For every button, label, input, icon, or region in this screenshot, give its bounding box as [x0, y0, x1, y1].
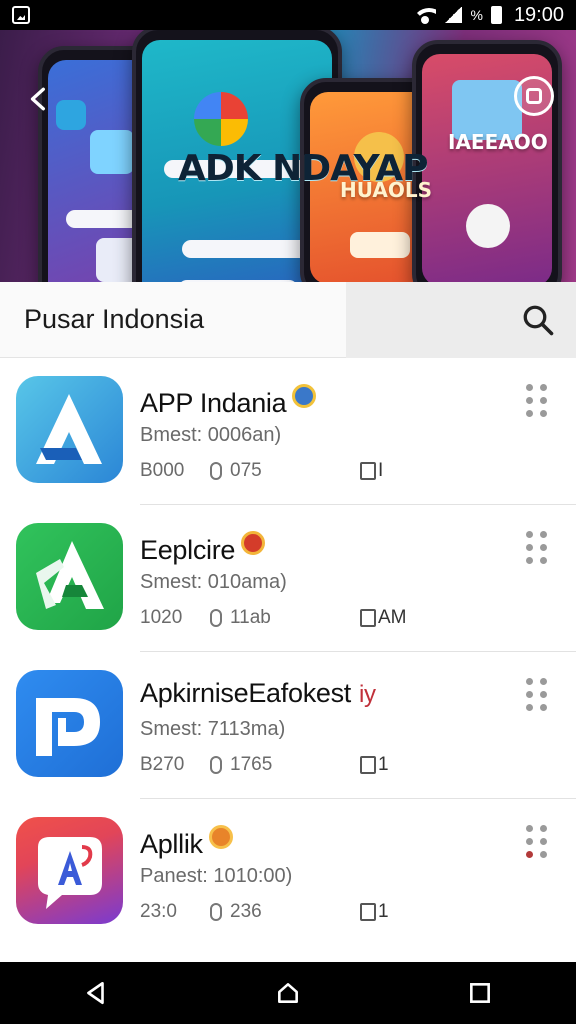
- banner-label: IAEEAOO: [448, 130, 548, 154]
- app-logo-p-icon: [36, 698, 100, 756]
- app-title-text: Apllik: [140, 829, 203, 859]
- app-meta: 1020 11ab AM: [140, 607, 410, 629]
- install-status: I: [378, 460, 384, 481]
- banner-app-tile: [56, 100, 86, 130]
- install-box-icon: [360, 462, 376, 480]
- storage-icon: [210, 609, 222, 627]
- download-count: 1020: [140, 607, 183, 628]
- install-box-icon: [360, 903, 376, 921]
- app-subtitle: Bmest: 0006an): [140, 424, 282, 446]
- triangle-back-icon: [87, 981, 104, 1005]
- hero-banner: ADK NDAYAP HUAOLS IAEEAOO: [0, 30, 576, 282]
- more-options-icon[interactable]: [526, 678, 552, 711]
- status-time: 19:00: [513, 3, 564, 26]
- nav-recents-button[interactable]: [450, 969, 510, 1017]
- more-options-icon[interactable]: [526, 384, 552, 417]
- system-nav-bar: [0, 962, 576, 1024]
- install-box-icon: [360, 609, 376, 627]
- gallery-notification-icon: [12, 6, 30, 24]
- app-logo-a-icon: [36, 394, 102, 464]
- app-list: APP Indania Bmest: 0006an) B000 075 I Ee…: [0, 358, 576, 946]
- chevron-left-icon: [30, 87, 45, 111]
- app-icon: [16, 523, 123, 630]
- share-icon: [526, 88, 542, 104]
- app-size: 075: [230, 460, 262, 481]
- app-logo-a-icon: [36, 541, 104, 609]
- search-icon[interactable]: [520, 302, 556, 338]
- storage-icon: [210, 462, 222, 480]
- battery-icon: [490, 6, 502, 24]
- install-status: AM: [378, 607, 407, 628]
- app-title-text: ApkirniseEafokest: [140, 678, 352, 708]
- app-icon: [16, 376, 123, 483]
- banner-store-logo: [194, 92, 248, 146]
- download-count: B000: [140, 460, 185, 481]
- download-count: 23:0: [140, 901, 177, 922]
- list-item[interactable]: Apllik Panest: 1010:00) 23:0 236 1: [0, 799, 576, 946]
- app-title-suffix: iy: [359, 681, 376, 708]
- banner-app-tile: [466, 204, 510, 248]
- banner-subtext: HUAOLS: [340, 178, 432, 202]
- app-size: 236: [230, 901, 262, 922]
- app-title: APP Indania: [140, 384, 317, 419]
- more-options-icon[interactable]: [526, 531, 552, 564]
- list-item[interactable]: Eeplcire Smest: 010ama) 1020 11ab AM: [0, 505, 576, 652]
- app-title-text: APP Indania: [140, 388, 287, 418]
- back-button[interactable]: [20, 80, 58, 118]
- verified-badge-icon: [292, 384, 317, 408]
- app-icon: [16, 817, 123, 924]
- badge-icon: [208, 825, 233, 849]
- app-title-text: Eeplcire: [140, 535, 236, 565]
- app-subtitle: Smest: 010ama): [140, 571, 287, 593]
- install-box-icon: [360, 756, 376, 774]
- app-subtitle: Panest: 1010:00): [140, 865, 293, 887]
- download-count: B270: [140, 754, 185, 775]
- install-status: 1: [378, 754, 389, 775]
- list-item[interactable]: APP Indania Bmest: 0006an) B000 075 I: [0, 358, 576, 505]
- wifi-icon: [414, 6, 437, 24]
- app-subtitle: Smest: 7113ma): [140, 718, 286, 740]
- app-meta: B000 075 I: [140, 460, 410, 482]
- nav-home-button[interactable]: [258, 969, 318, 1017]
- list-item[interactable]: ApkirniseEafokest iy Smest: 7113ma) B270 …: [0, 652, 576, 799]
- app-meta: B270 1765 1: [140, 754, 410, 776]
- app-logo-a-icon: [38, 837, 102, 909]
- storage-icon: [210, 903, 222, 921]
- battery-percent-label: %: [470, 7, 483, 23]
- search-title: Pusar Indonsia: [24, 304, 205, 334]
- install-status: 1: [378, 901, 389, 922]
- signal-icon: [444, 7, 463, 23]
- badge-icon: [241, 531, 266, 555]
- app-size: 11ab: [230, 607, 271, 628]
- nav-back-button[interactable]: [66, 969, 126, 1017]
- status-bar: % 19:00: [0, 0, 576, 30]
- share-button[interactable]: [514, 76, 554, 116]
- app-title: Eeplcire: [140, 531, 266, 566]
- more-options-icon[interactable]: [526, 825, 552, 858]
- app-icon: [16, 670, 123, 777]
- banner-app-tile: [350, 232, 410, 258]
- app-title: ApkirniseEafokest iy: [140, 678, 376, 709]
- banner-app-tile: [90, 130, 134, 174]
- app-size: 1765: [230, 754, 273, 775]
- square-recents-icon: [470, 983, 490, 1003]
- storage-icon: [210, 756, 222, 774]
- app-title: Apllik: [140, 825, 233, 860]
- search-header[interactable]: Pusar Indonsia: [0, 282, 576, 358]
- home-icon: [278, 983, 298, 1003]
- app-meta: 23:0 236 1: [140, 901, 410, 923]
